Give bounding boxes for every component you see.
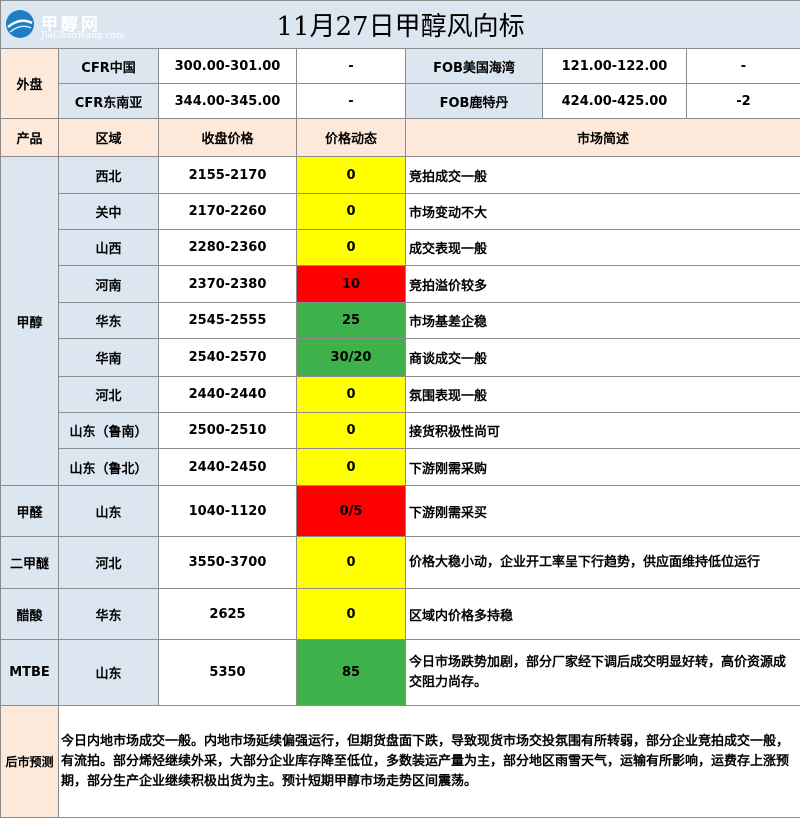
- price-cell: 2500-2510: [158, 412, 297, 449]
- region-cell: 华东: [58, 588, 159, 640]
- price-cell: 2170-2260: [158, 193, 297, 230]
- change-cell: 30/20: [296, 338, 406, 377]
- product-label: 甲醇: [0, 156, 59, 486]
- product-label: MTBE: [0, 639, 59, 706]
- data-row: 醋酸 华东 2625 0 区域内价格多持稳: [0, 588, 800, 640]
- region-cell: 山东（鲁南）: [58, 412, 159, 449]
- outer-name: FOB美国海湾: [405, 48, 543, 84]
- region-cell: 关中: [58, 193, 159, 230]
- forecast-row: 后市预测 今日内地市场成交一般。内地市场延续偏强运行，但期货盘面下跌，导致现货市场…: [0, 705, 800, 818]
- summary-cell: 下游刚需采购: [404, 448, 800, 486]
- outer-price: 424.00-425.00: [542, 83, 687, 119]
- summary-cell: 下游刚需采买: [404, 485, 800, 537]
- outer-price: 344.00-345.00: [158, 83, 297, 119]
- price-cell: 5350: [158, 639, 297, 706]
- region-cell: 河北: [58, 376, 159, 413]
- summary-cell: 今日市场跌势加剧，部分厂家经下调后成交明显好转，高价资源成交阻力尚存。: [404, 639, 800, 706]
- data-row: 华东 2545-2555 25 市场基差企稳: [1, 302, 800, 339]
- product-label: 醋酸: [0, 588, 59, 640]
- outer-change: -2: [685, 83, 800, 119]
- outer-name: FOB鹿特丹: [405, 83, 543, 119]
- price-cell: 2540-2570: [158, 338, 297, 377]
- data-row: 关中 2170-2260 0 市场变动不大: [1, 193, 800, 230]
- outer-price: 300.00-301.00: [158, 48, 297, 84]
- price-cell: 2440-2440: [158, 376, 297, 413]
- price-cell: 3550-3700: [158, 536, 297, 589]
- page-title: 11月27日甲醇风向标: [276, 12, 525, 42]
- data-row: 山东（鲁北） 2440-2450 0 下游刚需采购: [1, 448, 800, 486]
- region-cell: 西北: [58, 156, 159, 194]
- change-cell: 0: [296, 588, 406, 640]
- region-cell: 河南: [58, 265, 159, 303]
- region-cell: 华东: [58, 302, 159, 339]
- outer-change: -: [296, 48, 406, 84]
- outer-change: -: [685, 48, 800, 84]
- region-cell: 河北: [58, 536, 159, 589]
- change-cell: 0: [296, 412, 406, 449]
- summary-cell: 氛围表现一般: [404, 376, 800, 413]
- summary-cell: 竞拍成交一般: [404, 156, 800, 194]
- forecast-label: 后市预测: [0, 705, 59, 818]
- summary-cell: 竞拍溢价较多: [404, 265, 800, 303]
- outer-price: 121.00-122.00: [542, 48, 687, 84]
- change-cell: 25: [296, 302, 406, 339]
- change-cell: 85: [296, 639, 406, 706]
- logo-globe-icon: [6, 10, 34, 38]
- outer-name: CFR中国: [58, 48, 159, 84]
- change-cell: 10: [296, 265, 406, 303]
- price-cell: 1040-1120: [158, 485, 297, 537]
- change-cell: 0: [296, 376, 406, 413]
- price-cell: 2370-2380: [158, 265, 297, 303]
- region-cell: 山东（鲁北）: [58, 448, 159, 486]
- report-table: 甲醇网 JiaChunWang.com 11月27日甲醇风向标 外盘 CFR中国…: [0, 0, 800, 818]
- change-cell: 0: [296, 229, 406, 266]
- region-cell: 山西: [58, 229, 159, 266]
- column-header-summary: 市场简述: [404, 118, 800, 157]
- change-cell: 0: [296, 193, 406, 230]
- data-row: 甲醇 西北 2155-2170 0 竞拍成交一般: [0, 156, 800, 486]
- price-cell: 2545-2555: [158, 302, 297, 339]
- price-cell: 2280-2360: [158, 229, 297, 266]
- summary-cell: 商谈成交一般: [404, 338, 800, 377]
- change-cell: 0/5: [296, 485, 406, 537]
- forecast-text: 今日内地市场成交一般。内地市场延续偏强运行，但期货盘面下跌，导致现货市场交投氛围…: [57, 705, 800, 818]
- change-cell: 0: [296, 536, 406, 589]
- data-row: 河北 2440-2440 0 氛围表现一般: [1, 376, 800, 413]
- change-cell: 0: [296, 156, 406, 194]
- data-row: 华南 2540-2570 30/20 商谈成交一般: [1, 338, 800, 377]
- product-label: 甲醛: [0, 485, 59, 537]
- summary-cell: 市场基差企稳: [404, 302, 800, 339]
- summary-cell: 区域内价格多持稳: [404, 588, 800, 640]
- region-cell: 山东: [58, 485, 159, 537]
- outer-market-label: 外盘: [0, 48, 59, 119]
- data-row: 河南 2370-2380 10 竞拍溢价较多: [1, 265, 800, 303]
- outer-change: -: [296, 83, 406, 119]
- methanol-report-sheet: 甲醇网 JiaChunWang.com 11月27日甲醇风向标 外盘 CFR中国…: [0, 0, 800, 821]
- price-cell: 2155-2170: [158, 156, 297, 194]
- outer-name: CFR东南亚: [58, 83, 159, 119]
- price-cell: 2440-2450: [158, 448, 297, 486]
- column-header-price: 收盘价格: [158, 118, 297, 157]
- logo-url: JiaChunWang.com: [41, 31, 125, 41]
- region-cell: 山东: [58, 639, 159, 706]
- region-cell: 华南: [58, 338, 159, 377]
- column-header-product: 产品: [0, 118, 59, 157]
- title-cell: 甲醇网 JiaChunWang.com 11月27日甲醇风向标: [0, 0, 800, 49]
- change-cell: 0: [296, 448, 406, 486]
- data-row: 二甲醚 河北 3550-3700 0 价格大稳小动，企业开工率呈下行趋势，供应面维持低位…: [0, 536, 800, 589]
- column-header-region: 区域: [58, 118, 159, 157]
- data-row: 山西 2280-2360 0 成交表现一般: [1, 229, 800, 266]
- column-header-change: 价格动态: [296, 118, 406, 157]
- column-header-row: 产品 区域 收盘价格 价格动态 市场简述: [0, 118, 800, 157]
- product-label: 二甲醚: [0, 536, 59, 589]
- summary-cell: 成交表现一般: [404, 229, 800, 266]
- data-row: MTBE 山东 5350 85 今日市场跌势加剧，部分厂家经下调后成交明显好转，高价资源…: [0, 639, 800, 706]
- price-cell: 2625: [158, 588, 297, 640]
- summary-cell: 市场变动不大: [404, 193, 800, 230]
- summary-cell: 接货积极性尚可: [404, 412, 800, 449]
- data-row: 甲醛 山东 1040-1120 0/5 下游刚需采买: [0, 485, 800, 537]
- data-row: 山东（鲁南） 2500-2510 0 接货积极性尚可: [1, 412, 800, 449]
- logo: 甲醇网 JiaChunWang.com: [5, 9, 125, 45]
- summary-cell: 价格大稳小动，企业开工率呈下行趋势，供应面维持低位运行: [404, 536, 800, 589]
